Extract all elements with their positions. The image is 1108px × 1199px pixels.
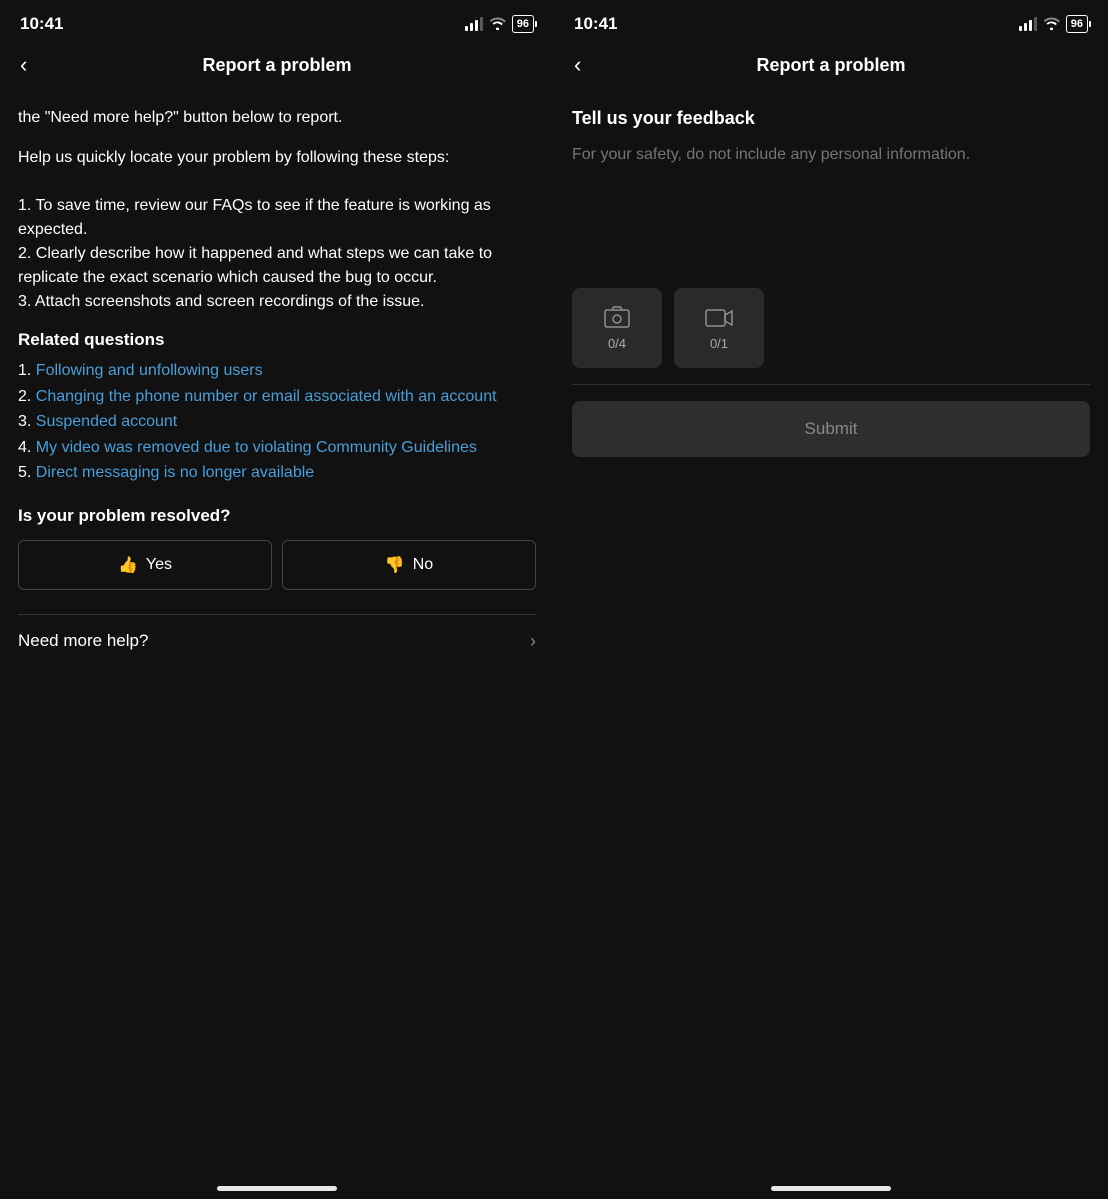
related-link-1[interactable]: Following and unfollowing users [36,362,263,379]
home-bar-right [771,1186,891,1191]
feedback-title: Tell us your feedback [572,108,1090,129]
related-link-5[interactable]: Direct messaging is no longer available [36,464,314,481]
list-item[interactable]: 4. My video was removed due to violating… [18,435,536,461]
related-link-2[interactable]: Changing the phone number or email assoc… [36,388,497,405]
video-count: 0/1 [710,336,728,351]
thumbs-down-icon: 👎 [385,555,405,575]
submit-button[interactable]: Submit [572,401,1090,457]
add-photo-button[interactable]: 0/4 [572,288,662,368]
related-link-3[interactable]: Suspended account [36,413,177,430]
help-intro: Help us quickly locate your problem by f… [18,146,536,314]
feedback-input[interactable] [572,143,1090,263]
header-left: ‹ Report a problem [0,42,554,90]
feedback-section: Tell us your feedback 0/4 0/1 [554,90,1108,384]
more-help-text: Need more help? [18,631,148,651]
page-title-right: Report a problem [554,55,1108,76]
status-time-right: 10:41 [574,14,617,34]
submit-section: Submit [554,385,1108,473]
related-heading: Related questions [18,330,536,350]
add-video-button[interactable]: 0/1 [674,288,764,368]
page-title-left: Report a problem [0,55,554,76]
content-left: the "Need more help?" button below to re… [0,90,554,1174]
photo-count: 0/4 [608,336,626,351]
no-button[interactable]: 👎 No [282,540,536,590]
wifi-icon-right [1043,16,1060,33]
right-screen: 10:41 96 ‹ Report a problem [554,0,1108,1199]
resolved-label: Is your problem resolved? [18,506,536,526]
more-help-row[interactable]: Need more help? › [18,614,536,668]
left-screen: 10:41 96 ‹ Report a problem [0,0,554,1199]
thumbs-up-icon: 👍 [118,555,138,575]
status-bar-left: 10:41 96 [0,0,554,42]
signal-icon-left [465,17,483,31]
wifi-icon-left [489,16,506,33]
status-icons-right: 96 [1019,15,1088,33]
media-buttons: 0/4 0/1 [572,288,1090,368]
yes-button[interactable]: 👍 Yes [18,540,272,590]
resolved-buttons: 👍 Yes 👎 No [18,540,536,590]
list-item[interactable]: 5. Direct messaging is no longer availab… [18,460,536,486]
battery-icon-left: 96 [512,15,534,33]
list-item[interactable]: 3. Suspended account [18,409,536,435]
body-intro: the "Need more help?" button below to re… [18,106,536,130]
list-item[interactable]: 2. Changing the phone number or email as… [18,384,536,410]
home-indicator-right [554,1174,1108,1199]
related-link-4[interactable]: My video was removed due to violating Co… [36,439,477,456]
back-button-right[interactable]: ‹ [570,52,585,78]
home-indicator-left [0,1174,554,1199]
related-list: 1. Following and unfollowing users 2. Ch… [18,358,536,486]
signal-icon-right [1019,17,1037,31]
home-bar-left [217,1186,337,1191]
status-bar-right: 10:41 96 [554,0,1108,42]
status-time-left: 10:41 [20,14,63,34]
status-icons-left: 96 [465,15,534,33]
battery-icon-right: 96 [1066,15,1088,33]
header-right: ‹ Report a problem [554,42,1108,90]
list-item[interactable]: 1. Following and unfollowing users [18,358,536,384]
chevron-right-icon: › [530,631,536,652]
related-section: Related questions 1. Following and unfol… [18,330,536,668]
back-button-left[interactable]: ‹ [16,52,31,78]
